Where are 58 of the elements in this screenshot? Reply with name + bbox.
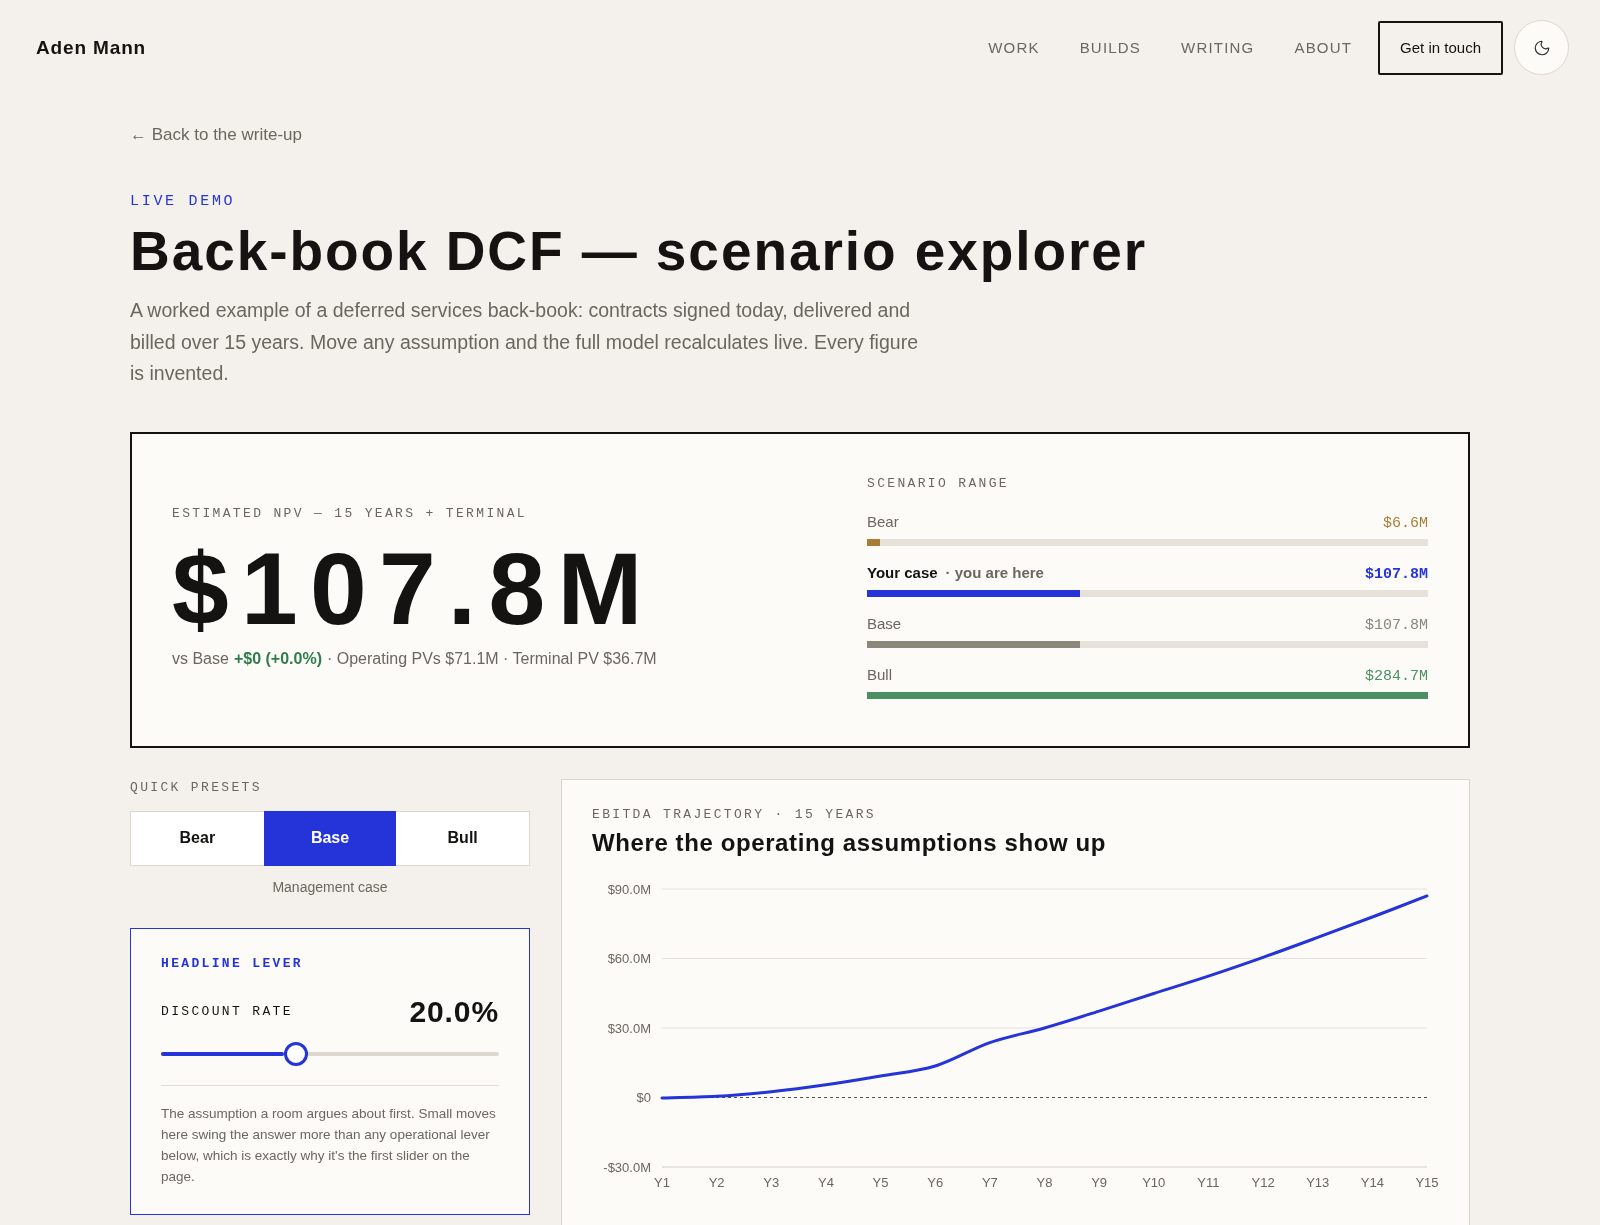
- axis-label: Y8: [1036, 1174, 1053, 1190]
- scenario-value: $284.7M: [1365, 666, 1428, 687]
- axis-label: $0: [636, 1089, 651, 1105]
- axis-label: Y5: [872, 1174, 889, 1190]
- lever-eyebrow: HEADLINE LEVER: [161, 954, 304, 973]
- scenario-note: · you are here: [945, 562, 1044, 583]
- axis-label: Y6: [927, 1174, 944, 1190]
- axis-label: Y4: [818, 1174, 834, 1190]
- get-in-touch-button[interactable]: Get in touch: [1378, 20, 1503, 75]
- comparison-label: vs Base: [172, 648, 229, 669]
- axis-label: $60.0M: [607, 950, 651, 966]
- axis-label: $30.0M: [607, 1020, 651, 1035]
- nav-link[interactable]: BUILDS: [1079, 39, 1142, 56]
- site-logo[interactable]: Aden Mann: [36, 36, 147, 59]
- axis-label: Y9: [1091, 1174, 1108, 1190]
- chart-title: Where the operating assumptions show up: [592, 827, 1108, 858]
- page-title: Back-book DCF — scenario explorer: [130, 221, 1148, 281]
- slider-thumb[interactable]: [284, 1041, 309, 1066]
- scenario-label: Bear: [867, 511, 899, 532]
- axis-label: -$30.0M: [603, 1159, 651, 1174]
- presets-title: QUICK PRESETS: [130, 778, 263, 797]
- lever-value: 20.0%: [409, 994, 499, 1029]
- lever-name: DISCOUNT RATE: [161, 1002, 293, 1021]
- scenario-value: $107.8M: [1365, 615, 1428, 636]
- axis-label: Y10: [1142, 1174, 1166, 1190]
- scenario-label: Your case: [867, 562, 938, 583]
- scenario-range-title: SCENARIO RANGE: [867, 474, 1010, 493]
- preset-caption: Management case: [271, 877, 389, 896]
- moon-icon: [1532, 38, 1551, 57]
- preset-button[interactable]: Bear: [131, 810, 264, 866]
- axis-label: Y13: [1306, 1174, 1330, 1190]
- pv-breakdown: · Operating PVs $71.1M · Terminal PV $36.7M: [327, 648, 657, 669]
- axis-label: Y7: [981, 1174, 998, 1190]
- axis-label: Y15: [1415, 1174, 1439, 1190]
- nav-link[interactable]: WRITING: [1181, 39, 1255, 56]
- axis-label: Y3: [763, 1174, 780, 1190]
- back-link[interactable]: ← Back to the write-up: [130, 125, 302, 145]
- scenario-label: Base: [867, 613, 902, 634]
- npv-label: ESTIMATED NPV — 15 YEARS + TERMINAL: [172, 504, 528, 523]
- axis-label: Y2: [708, 1174, 725, 1190]
- preset-button[interactable]: Base: [263, 810, 397, 866]
- scenario-label: Bull: [867, 664, 892, 685]
- axis-label: $90.0M: [607, 881, 651, 896]
- axis-label: Y14: [1360, 1174, 1384, 1190]
- preset-button[interactable]: Bull: [396, 810, 529, 866]
- intro-text: A worked example of a deferred services back-book: contracts signed today, delivered and billed over 15 years. Move any assumption and the full model recalculates live. Every figure is invented.: [130, 298, 919, 386]
- nav-link[interactable]: WORK: [988, 39, 1040, 56]
- scenario-value: $107.8M: [1365, 564, 1428, 585]
- axis-label: Y11: [1197, 1174, 1220, 1190]
- chart-eyebrow: EBITDA TRAJECTORY · 15 YEARS: [592, 805, 877, 824]
- axis-label: Y1: [654, 1174, 670, 1190]
- nav-link[interactable]: ABOUT: [1294, 39, 1353, 56]
- delta-value: +$0 (+0.0%): [233, 648, 322, 669]
- eyebrow-label: LIVE DEMO: [130, 193, 236, 211]
- lever-description: The assumption a room argues about first. Small moves here swing the answer more than any operational lever below, which is exactly why it's the first slider on the page.: [161, 1104, 497, 1186]
- npv-value: $107.8M: [172, 536, 656, 641]
- scenario-value: $6.6M: [1383, 513, 1428, 534]
- axis-label: Y12: [1251, 1174, 1275, 1190]
